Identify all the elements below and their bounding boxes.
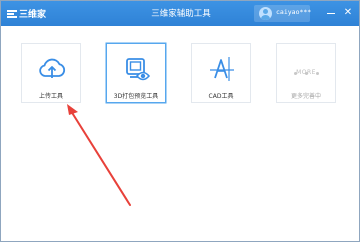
- app-logo: 三维家: [7, 6, 46, 21]
- username: caiyao***: [276, 8, 312, 16]
- window-title: 三维家辅助工具: [151, 9, 211, 19]
- tool-label: 上传工具: [38, 93, 63, 100]
- avatar: [259, 7, 272, 20]
- title-bar: 三维家 三维家辅助工具 caiyao*** ✕: [1, 1, 359, 26]
- cad-icon: [210, 57, 234, 81]
- tool-label: 3D打包预览工具: [113, 93, 159, 100]
- tool-3d-preview[interactable]: 3D打包预览工具: [106, 43, 166, 103]
- tool-label: CAD工具: [208, 93, 234, 100]
- cloud-upload-icon: [39, 58, 66, 78]
- close-icon: ✕: [343, 7, 353, 18]
- tool-cad[interactable]: CAD工具: [191, 43, 251, 103]
- more-text: MORE: [296, 69, 316, 76]
- app-window: 三维家 三维家辅助工具 caiyao*** ✕ 上传工具 3D打包预览工具 CA…: [0, 0, 360, 242]
- close-button[interactable]: ✕: [341, 6, 355, 20]
- logo-text: 三维家: [19, 10, 47, 20]
- tool-more: MORE 更多完善中: [276, 43, 336, 103]
- user-account[interactable]: caiyao***: [254, 5, 312, 22]
- tool-label: 更多完善中: [290, 93, 321, 100]
- 3d-preview-icon: [126, 58, 151, 81]
- tool-upload[interactable]: 上传工具: [21, 43, 81, 103]
- minimize-button[interactable]: [324, 6, 338, 20]
- logo-icon: [7, 9, 17, 19]
